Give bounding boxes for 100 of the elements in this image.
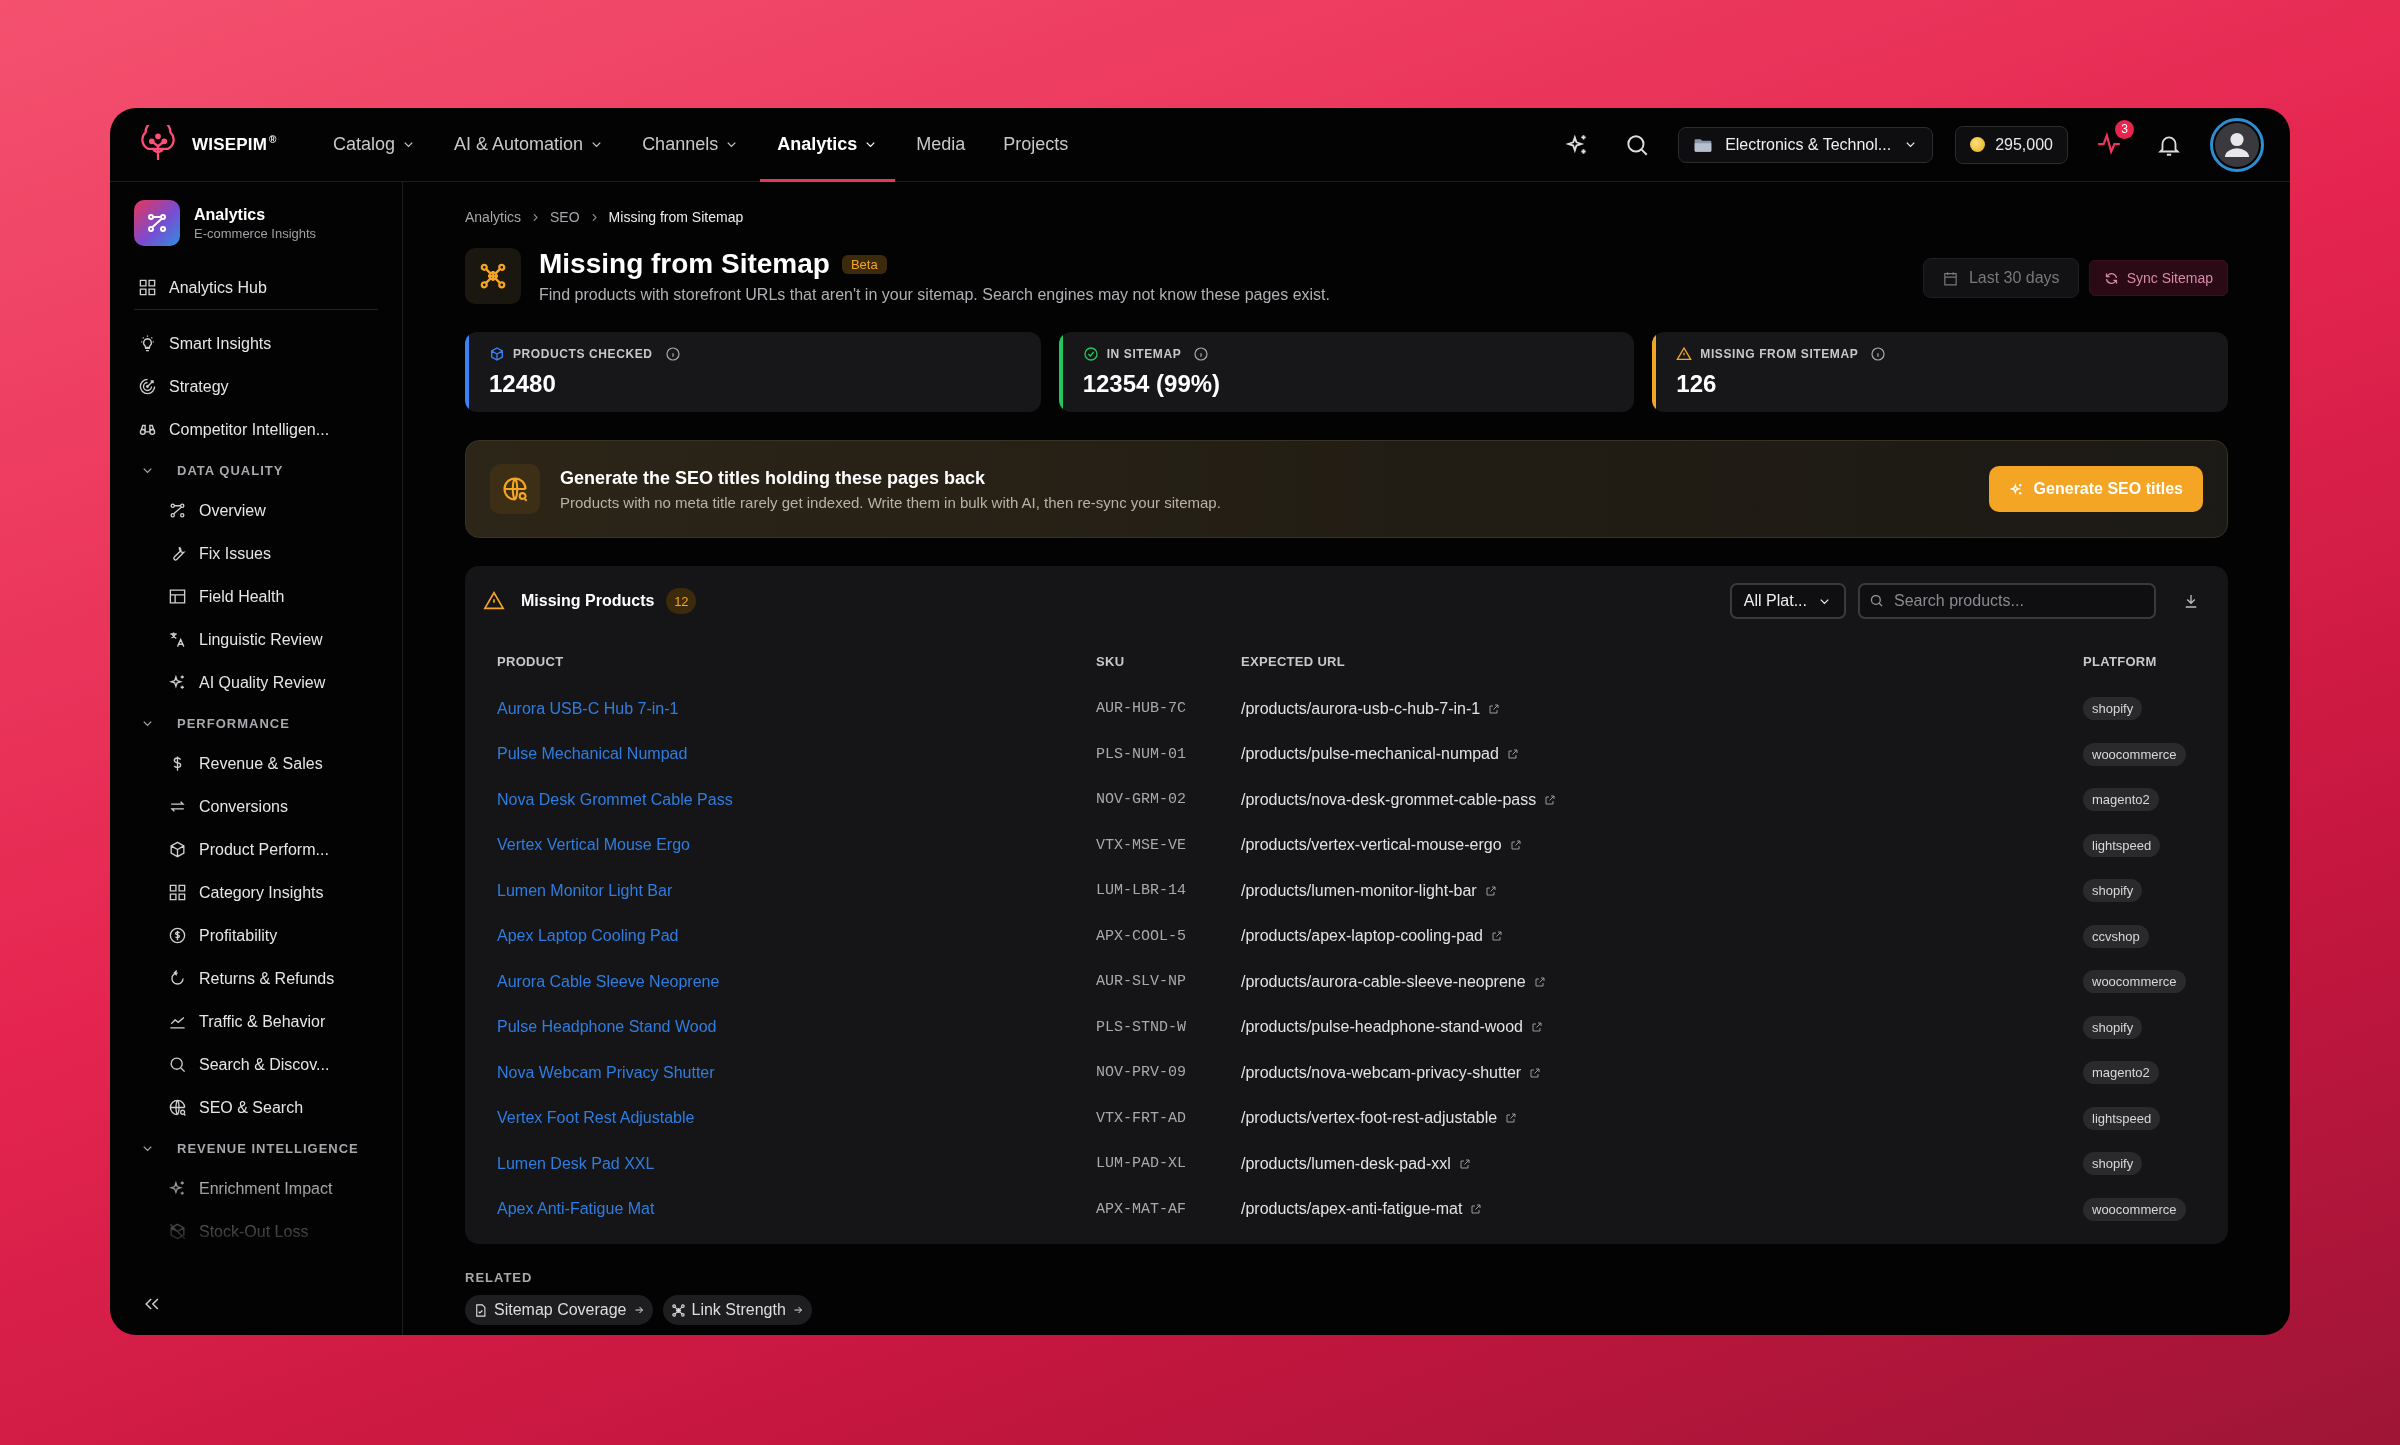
sidebar-section-header[interactable]: REVENUE INTELLIGENCE — [134, 1129, 378, 1167]
external-link-icon[interactable] — [1529, 1066, 1542, 1079]
url-link[interactable]: /products/lumen-monitor-light-bar — [1241, 881, 1477, 900]
sidebar-section-header[interactable]: PERFORMANCE — [134, 704, 378, 742]
url-link[interactable]: /products/vertex-vertical-mouse-ergo — [1241, 836, 1502, 855]
product-link[interactable]: Vertex Foot Rest Adjustable — [497, 1109, 695, 1127]
nav-tab[interactable]: AI & Automation — [437, 108, 622, 182]
document-icon — [473, 1302, 488, 1318]
external-link-icon[interactable] — [1470, 1203, 1483, 1216]
table-cell-text: LUM-LBR-14 — [1096, 882, 1187, 900]
avatar[interactable] — [2210, 117, 2264, 172]
cube-icon — [489, 346, 505, 362]
sidebar-item[interactable]: Linguistic Review — [134, 618, 378, 661]
url-link[interactable]: /products/pulse-mechanical-numpad — [1241, 745, 1499, 764]
sync-sitemap-button[interactable]: Sync Sitemap — [2088, 260, 2228, 296]
notification-badge: 3 — [2115, 119, 2134, 139]
external-link-icon[interactable] — [1533, 975, 1546, 988]
section-label: RELATED — [465, 1270, 534, 1285]
stat-label: PRODUCTS CHECKED — [513, 347, 653, 361]
sidebar-item[interactable]: Returns & Refunds — [134, 957, 378, 1000]
info-icon[interactable] — [1193, 346, 1210, 362]
sidebar-item[interactable]: AI Quality Review — [134, 661, 378, 704]
url-link[interactable]: /products/nova-desk-grommet-cable-pass — [1241, 790, 1537, 809]
column-header: PLATFORM — [2083, 653, 2158, 669]
url-link[interactable]: /products/aurora-usb-c-hub-7-in-1 — [1241, 699, 1481, 718]
product-link[interactable]: Vertex Vertical Mouse Ergo — [497, 836, 690, 854]
product-link[interactable]: Lumen Desk Pad XXL — [497, 1154, 655, 1172]
url-link[interactable]: /products/apex-laptop-cooling-pad — [1241, 927, 1483, 946]
sidebar-item[interactable]: Product Perform... — [134, 828, 378, 871]
nav-tab[interactable]: Catalog — [316, 108, 434, 182]
product-link[interactable]: Lumen Monitor Light Bar — [497, 881, 673, 899]
product-link[interactable]: Pulse Mechanical Numpad — [497, 745, 688, 763]
sidebar-item[interactable]: Category Insights — [134, 871, 378, 914]
url-link[interactable]: /products/vertex-foot-rest-adjustable — [1241, 1109, 1498, 1128]
url-link[interactable]: /products/apex-anti-fatigue-mat — [1241, 1200, 1463, 1219]
sidebar-item[interactable]: Field Health — [134, 575, 378, 618]
url-link[interactable]: /products/nova-webcam-privacy-shutter — [1241, 1063, 1522, 1082]
url-link[interactable]: /products/pulse-headphone-stand-wood — [1241, 1018, 1523, 1037]
stat-value: 126 — [1676, 370, 1718, 398]
info-icon[interactable] — [1870, 346, 1887, 362]
product-link[interactable]: Pulse Headphone Stand Wood — [497, 1018, 717, 1036]
url-link[interactable]: /products/lumen-desk-pad-xxl — [1241, 1154, 1451, 1173]
table-cell-text: APX-COOL-5 — [1096, 927, 1187, 945]
info-icon[interactable] — [664, 346, 681, 362]
external-link-icon[interactable] — [1506, 748, 1519, 761]
nav-tab[interactable]: Media — [899, 108, 983, 182]
product-link[interactable]: Apex Laptop Cooling Pad — [497, 927, 679, 945]
external-link-icon[interactable] — [1505, 1112, 1518, 1125]
nav-tab[interactable]: Analytics — [760, 108, 896, 182]
external-link-icon[interactable] — [1530, 1021, 1543, 1034]
product-link[interactable]: Nova Desk Grommet Cable Pass — [497, 790, 733, 808]
table-cell-text: APX-MAT-AF — [1096, 1200, 1187, 1218]
sidebar-item[interactable]: Traffic & Behavior — [134, 1000, 378, 1043]
sidebar-item[interactable]: Strategy — [134, 365, 378, 408]
platform-tag: shopify — [2083, 879, 2143, 903]
nav-tab[interactable]: Projects — [986, 108, 1086, 182]
sidebar-section-header[interactable]: DATA QUALITY — [134, 451, 378, 489]
sidebar-item[interactable]: Fix Issues — [134, 532, 378, 575]
workspace-dropdown[interactable]: Electronics & Technol... — [1678, 126, 1934, 163]
external-link-icon[interactable] — [1484, 884, 1497, 897]
breadcrumb-link[interactable]: Missing from Sitemap — [608, 209, 744, 225]
search-icon — [1869, 593, 1884, 608]
nav-tab[interactable]: Channels — [625, 108, 757, 182]
sidebar-item[interactable]: Profitability — [134, 914, 378, 957]
product-link[interactable]: Aurora USB-C Hub 7-in-1 — [497, 699, 679, 717]
external-link-icon[interactable] — [1458, 1157, 1471, 1170]
search-field[interactable]: Search products... — [1858, 583, 2156, 619]
product-link[interactable]: Aurora Cable Sleeve Neoprene — [497, 972, 720, 990]
sidebar-item[interactable]: Enrichment Impact — [134, 1167, 378, 1210]
url-link[interactable]: /products/aurora-cable-sleeve-neoprene — [1241, 972, 1526, 991]
date-range-button[interactable]: Last 30 days — [1922, 258, 2079, 298]
related-link[interactable]: Sitemap Coverage — [465, 1295, 653, 1325]
sidebar-item[interactable]: SEO & Search — [134, 1086, 378, 1129]
credits-balance[interactable]: 295,000 — [1955, 125, 2068, 164]
platform-filter-dropdown[interactable]: All Plat... — [1729, 583, 1846, 619]
sidebar-item[interactable]: Smart Insights — [134, 322, 378, 365]
external-link-icon[interactable] — [1490, 930, 1503, 943]
product-link[interactable]: Nova Webcam Privacy Shutter — [497, 1063, 715, 1081]
table-cell-text: LUM-PAD-XL — [1096, 1155, 1187, 1173]
sidebar-item[interactable]: Overview — [134, 489, 378, 532]
external-link-icon[interactable] — [1509, 839, 1522, 852]
globe-search-icon — [490, 464, 540, 514]
product-link[interactable]: Apex Anti-Fatigue Mat — [497, 1200, 655, 1218]
external-link-icon[interactable] — [1488, 702, 1501, 715]
breadcrumb-link[interactable]: Analytics — [465, 209, 522, 225]
table-cell-text: PLS-STND-W — [1096, 1018, 1187, 1036]
sidebar-item[interactable]: Competitor Intelligen... — [134, 408, 378, 451]
platform-tag: woocommerce — [2083, 1197, 2186, 1221]
sidebar-item[interactable]: Conversions — [134, 785, 378, 828]
platform-tag: shopify — [2083, 1015, 2143, 1039]
sidebar-item[interactable]: Search & Discov... — [134, 1043, 378, 1086]
breadcrumb-link[interactable]: SEO — [550, 209, 580, 225]
external-link-icon[interactable] — [1544, 793, 1557, 806]
return-icon — [168, 969, 187, 988]
table-cell-text: VTX-FRT-AD — [1096, 1109, 1187, 1127]
sidebar-item[interactable]: Analytics Hub — [134, 266, 378, 309]
sidebar-item[interactable]: Revenue & Sales — [134, 742, 378, 785]
sidebar-subtitle: E-commerce Insights — [194, 225, 317, 241]
platform-tag: magento2 — [2083, 788, 2159, 812]
related-link[interactable]: Link Strength — [662, 1295, 812, 1325]
